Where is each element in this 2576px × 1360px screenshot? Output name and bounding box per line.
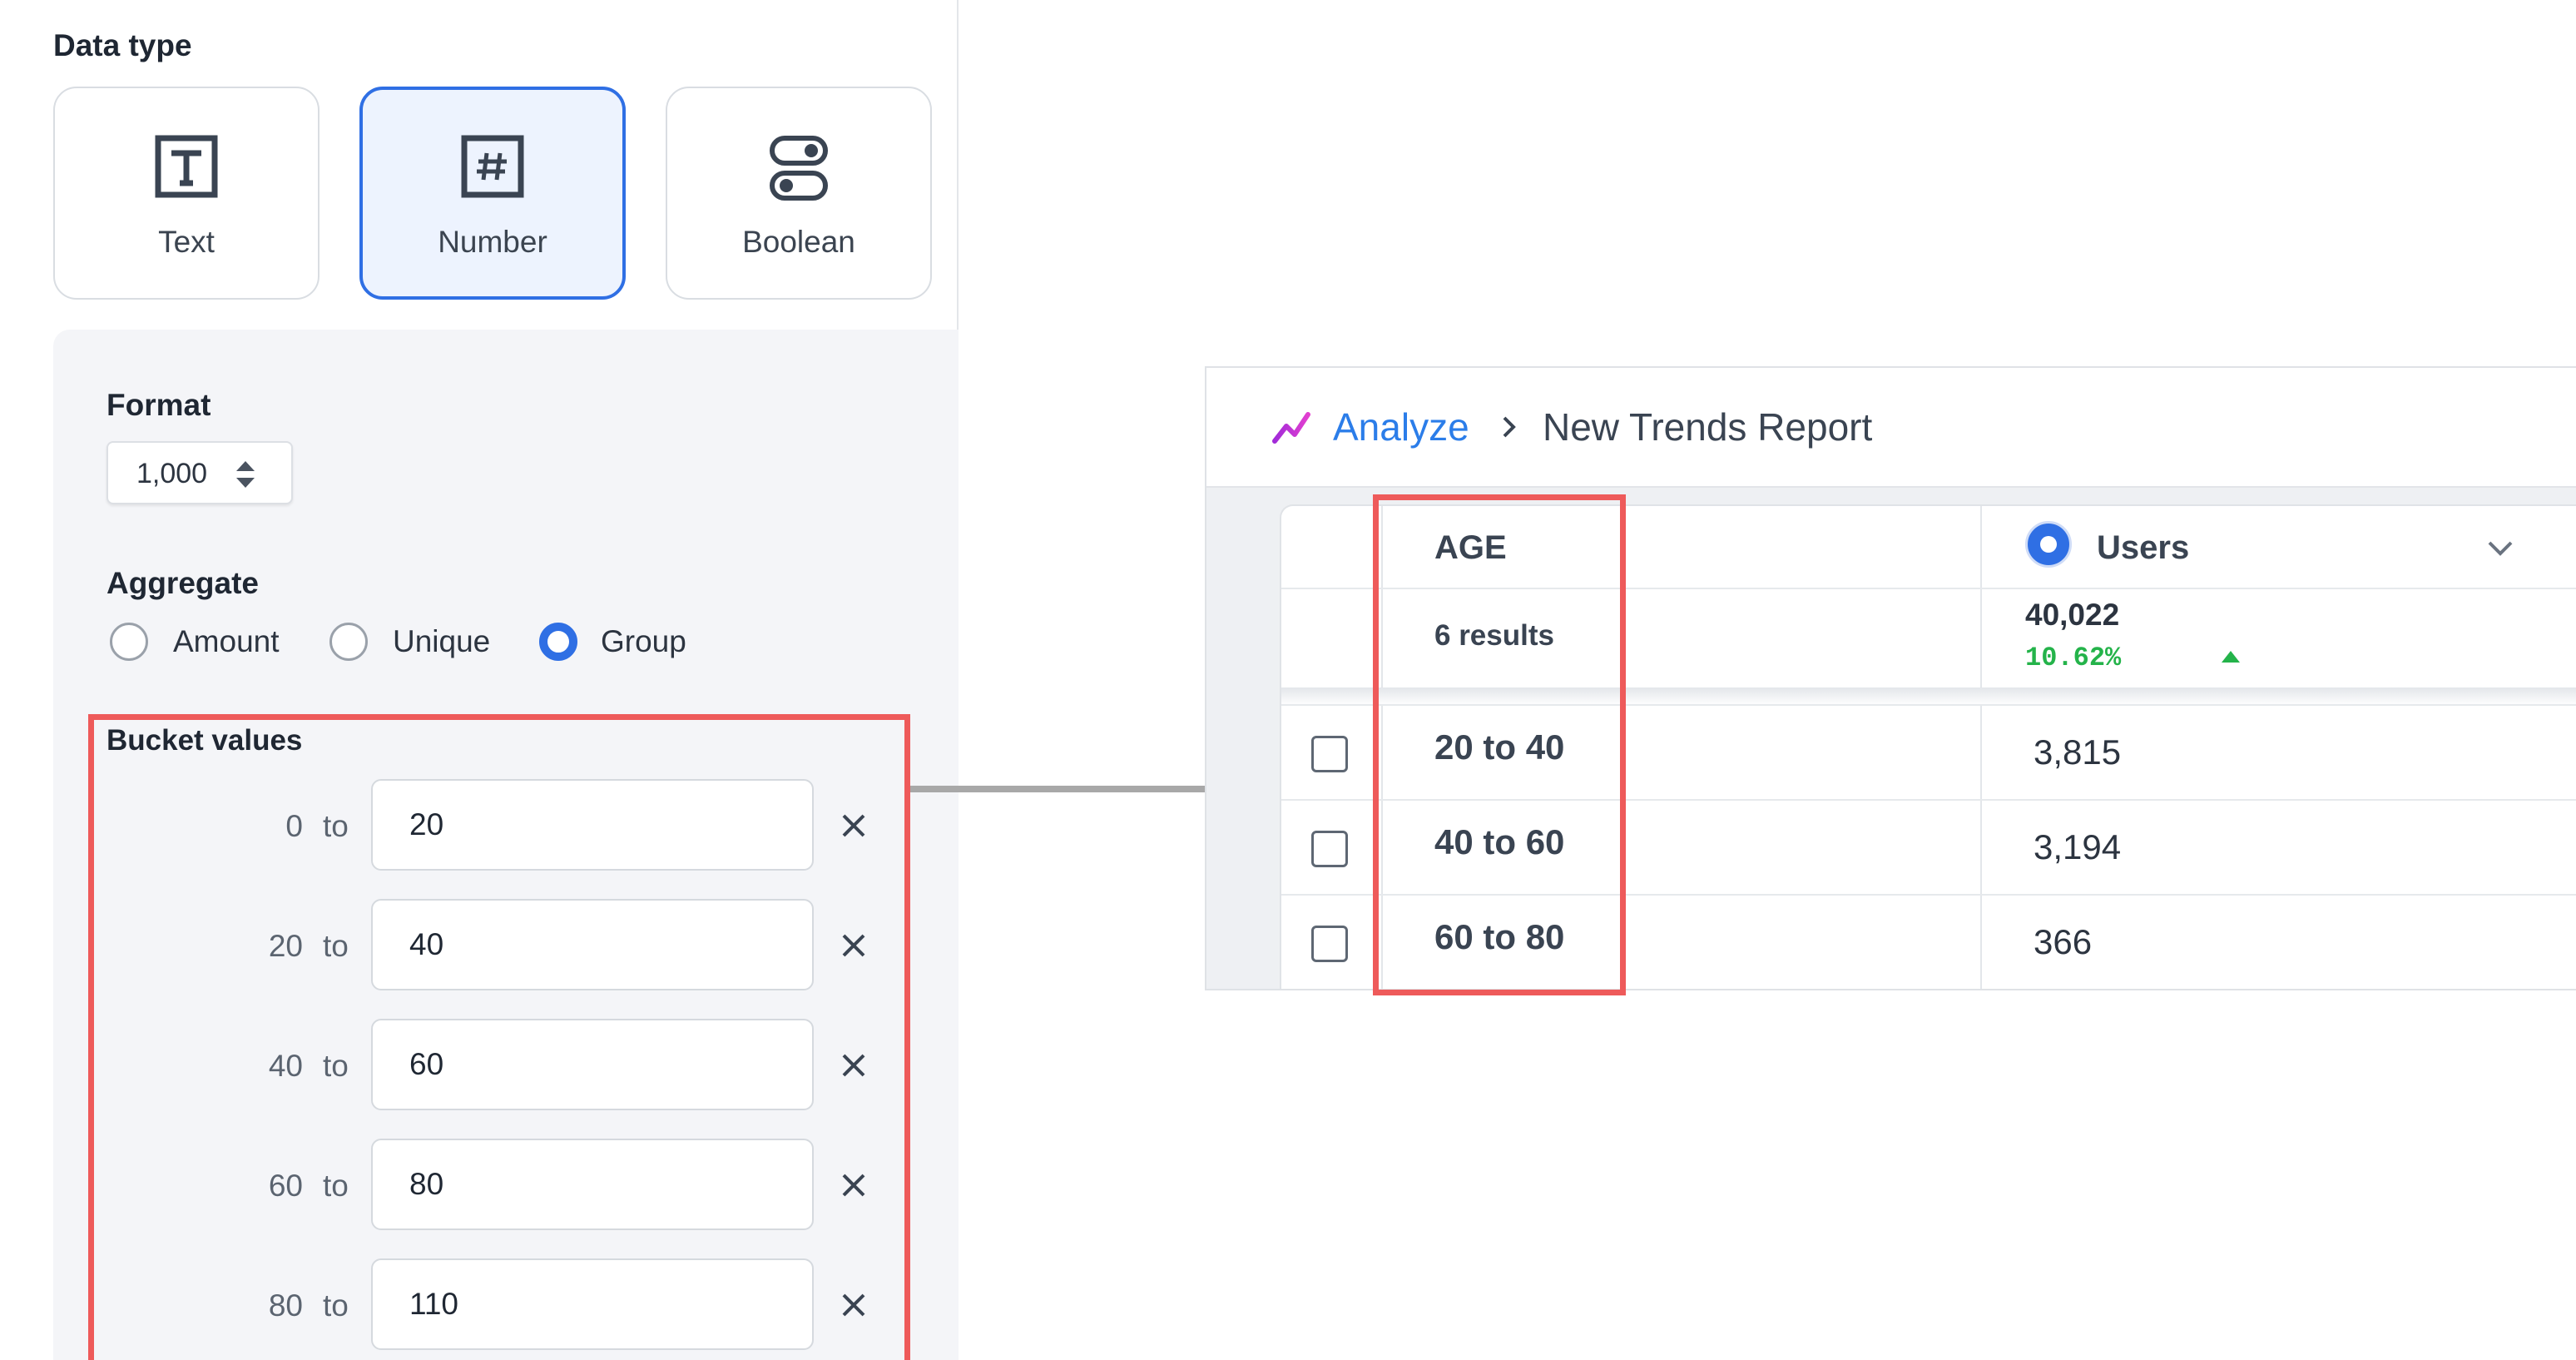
data-type-label: Data type — [53, 28, 192, 62]
data-type-boolean-label: Boolean — [742, 225, 855, 259]
up-down-arrows-icon — [236, 461, 255, 488]
radio-circle — [110, 623, 148, 661]
row-checkbox[interactable] — [1311, 736, 1348, 772]
format-select[interactable]: 1,000 — [107, 441, 293, 504]
radio-circle — [329, 623, 368, 661]
triangle-up-icon — [2222, 651, 2240, 663]
radio-circle — [539, 623, 577, 661]
hash-icon — [461, 135, 524, 198]
data-type-text-label: Text — [158, 225, 215, 259]
users-series-indicator[interactable] — [2025, 521, 2072, 568]
data-type-number-label: Number — [438, 225, 547, 259]
total-users: 40,022 — [2025, 598, 2120, 632]
users-column-header[interactable]: Users — [2097, 529, 2189, 567]
row-users-count: 3,194 — [2034, 827, 2122, 866]
report-header: Analyze New Trends Report — [1206, 368, 2576, 488]
breadcrumb-current: New Trends Report — [1543, 405, 1873, 449]
format-label: Format — [107, 388, 211, 422]
data-type-text-card[interactable]: Text — [53, 87, 320, 300]
row-users-count: 3,815 — [2034, 732, 2122, 772]
bucket-values-highlight — [88, 714, 910, 1360]
column-divider — [1980, 506, 1982, 989]
row-users-count: 366 — [2034, 922, 2093, 961]
aggregate-group-label: Group — [601, 624, 686, 658]
data-type-number-card[interactable]: Number — [359, 87, 626, 300]
breadcrumb-analyze-link[interactable]: Analyze — [1333, 405, 1469, 449]
format-value: 1,000 — [136, 458, 208, 489]
data-type-boolean-card[interactable]: Boolean — [666, 87, 932, 300]
users-delta: 10.62% — [2025, 643, 2122, 673]
toggle-icon — [770, 136, 828, 201]
row-checkbox[interactable] — [1311, 831, 1348, 867]
aggregate-amount-label: Amount — [173, 624, 280, 658]
age-column-highlight — [1373, 494, 1626, 995]
trend-line-icon — [1272, 412, 1310, 444]
aggregate-unique-label: Unique — [393, 624, 491, 658]
text-icon — [155, 135, 218, 198]
chevron-down-icon[interactable] — [2486, 539, 2514, 558]
row-checkbox[interactable] — [1311, 926, 1348, 962]
aggregate-label: Aggregate — [107, 566, 259, 600]
chevron-right-icon — [1503, 416, 1516, 438]
